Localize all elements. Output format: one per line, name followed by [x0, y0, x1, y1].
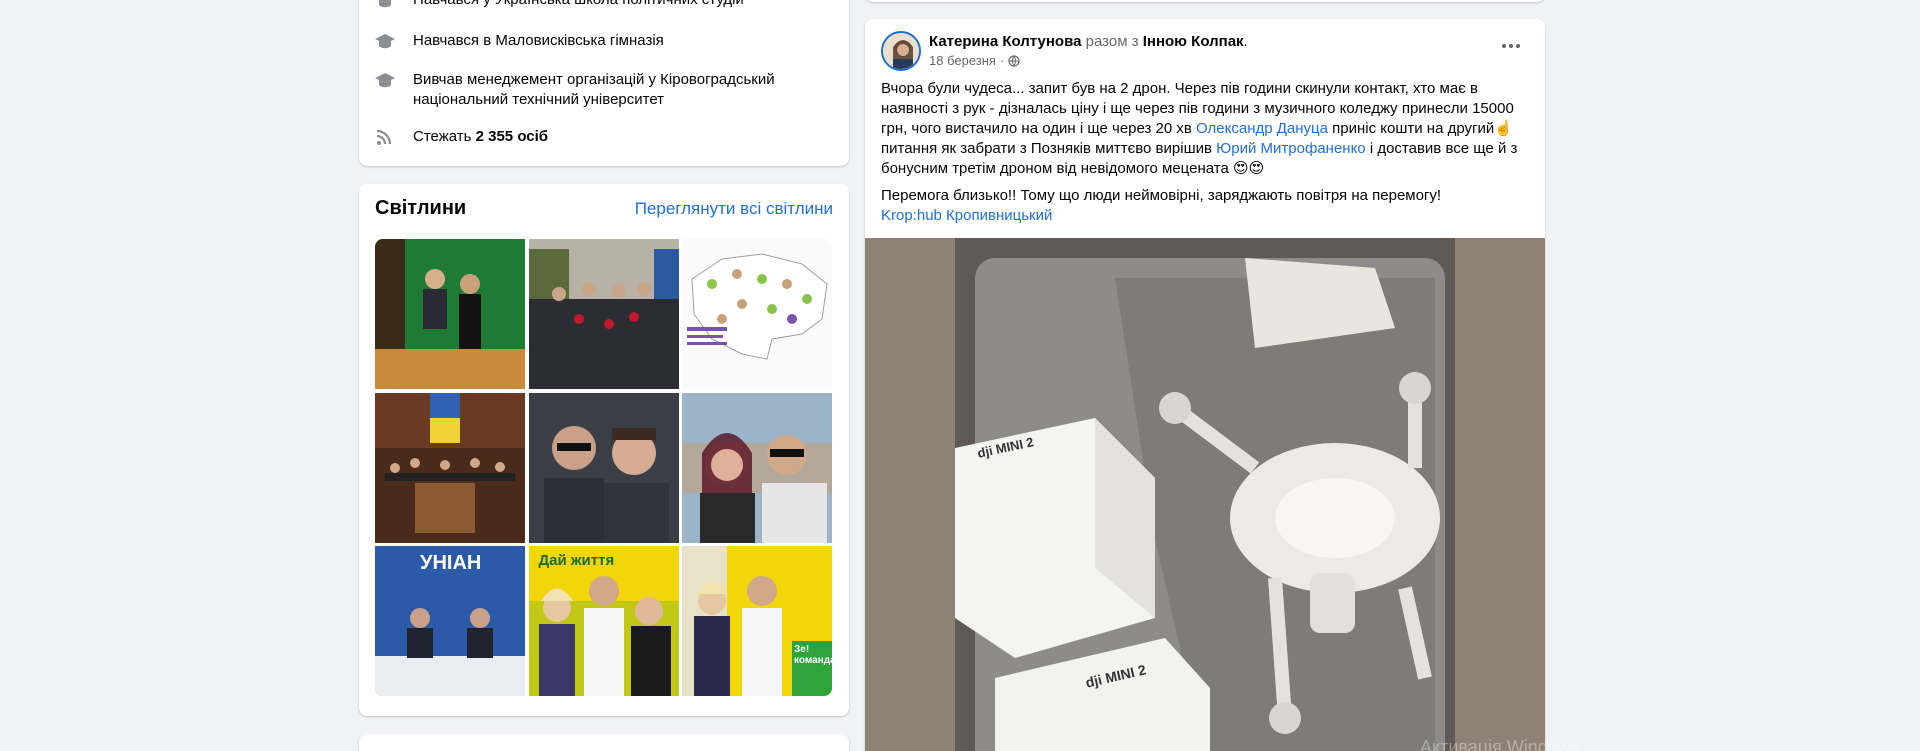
intro-text: Вивчав менеджемент організацій у Кіровог…	[413, 71, 775, 108]
page-link[interactable]: Krop:hub Кропивницький	[881, 207, 1052, 224]
avatar-image	[883, 33, 919, 69]
dot	[1516, 44, 1520, 48]
intro-text: Навчався в Маловисківська гімназія	[413, 32, 664, 49]
photo-thumbnail[interactable]	[528, 392, 679, 543]
photo-image	[682, 546, 832, 696]
mention-link[interactable]: Юрий Митрофаненко	[1216, 140, 1366, 157]
tagged-person[interactable]: Інною Колпак	[1143, 33, 1244, 50]
author-avatar[interactable]	[881, 31, 921, 71]
mention-link[interactable]: Олександр Дануца	[1196, 120, 1328, 137]
followers-label: Стежать	[413, 128, 476, 145]
dot	[1502, 44, 1506, 48]
photo-thumbnail[interactable]	[528, 239, 679, 389]
graduation-cap-icon	[379, 0, 391, 8]
followers-text: Стежать 2 355 осіб	[413, 127, 548, 147]
post-photo-container[interactable]: dji MINI 2 dji MINI 2	[865, 238, 1545, 751]
with-text: разом з	[1085, 33, 1139, 50]
intro-card: Навчався у Українська школа політичних с…	[359, 0, 849, 166]
intro-text: Навчався у Українська школа політичних с…	[413, 0, 744, 10]
post-options-button[interactable]	[1497, 39, 1525, 53]
photo-thumbnail[interactable]	[375, 392, 525, 543]
post-date[interactable]: 18 березня	[929, 53, 996, 68]
previous-card-edge	[865, 0, 1545, 2]
photo-image	[528, 392, 679, 543]
graduation-cap-icon	[375, 34, 395, 49]
post-meta: 18 березня ·	[929, 53, 1020, 68]
photo-thumbnail[interactable]	[682, 392, 832, 543]
drone-photo-image	[955, 238, 1455, 751]
photo-thumbnail[interactable]: Дай життя	[528, 546, 679, 696]
photo-thumbnail[interactable]: Зе! команда	[682, 546, 832, 696]
intro-item-followers[interactable]: Стежать 2 355 осіб	[374, 127, 834, 147]
rss-icon	[376, 129, 392, 145]
next-section-card	[359, 734, 849, 751]
photo-image	[682, 239, 832, 389]
post-author-name[interactable]: Катерина Колтунова	[929, 33, 1081, 50]
photo-image	[528, 239, 679, 389]
intro-item-education-2: Навчався в Маловисківська гімназія	[374, 31, 834, 51]
followers-count[interactable]: 2 355 осіб	[476, 128, 548, 145]
photo-image	[682, 392, 832, 543]
graduation-cap-icon	[375, 73, 395, 88]
photo-thumbnail[interactable]	[375, 239, 525, 389]
post-paragraph-2: Перемога близько!! Тому що люди неймовір…	[881, 186, 1529, 206]
intro-item-education-3: Вивчав менеджемент організацій у Кіровог…	[374, 70, 834, 110]
post-card: Катерина Колтунова разом з Інною Колпак.…	[865, 19, 1545, 751]
photos-card: Світлини Переглянути всі світлини УНІАН …	[359, 184, 849, 716]
dot	[1509, 44, 1513, 48]
photo-caption: УНІАН	[420, 552, 482, 574]
photo-caption: Зе! команда	[794, 644, 832, 666]
post-paragraph-1: Вчора були чудеса... запит був на 2 дрон…	[881, 79, 1529, 179]
post-body: Вчора були чудеса... запит був на 2 дрон…	[881, 79, 1529, 233]
post-author-line: Катерина Колтунова разом з Інною Колпак.	[929, 33, 1248, 50]
photo-thumbnail[interactable]	[682, 239, 832, 389]
photos-title: Світлини	[375, 197, 467, 219]
photo-grid: УНІАН Дай життя Зе! команда	[375, 239, 832, 696]
see-all-photos-link[interactable]: Переглянути всі світлини	[635, 199, 833, 219]
photo-image	[375, 392, 525, 543]
photo-image	[375, 239, 525, 389]
photo-thumbnail[interactable]: УНІАН	[375, 546, 525, 696]
text-segment: Перемога близько!! Тому що люди неймовір…	[881, 187, 1442, 204]
globe-icon	[1008, 54, 1020, 67]
post-hashtag-line: Krop:hub Кропивницький	[881, 206, 1529, 226]
photo-caption: Дай життя	[538, 552, 615, 569]
post-photo[interactable]: dji MINI 2 dji MINI 2	[955, 238, 1455, 751]
intro-item-education-1: Навчався у Українська школа політичних с…	[374, 0, 834, 10]
windows-activation-watermark: Активація Windows	[1420, 737, 1580, 751]
